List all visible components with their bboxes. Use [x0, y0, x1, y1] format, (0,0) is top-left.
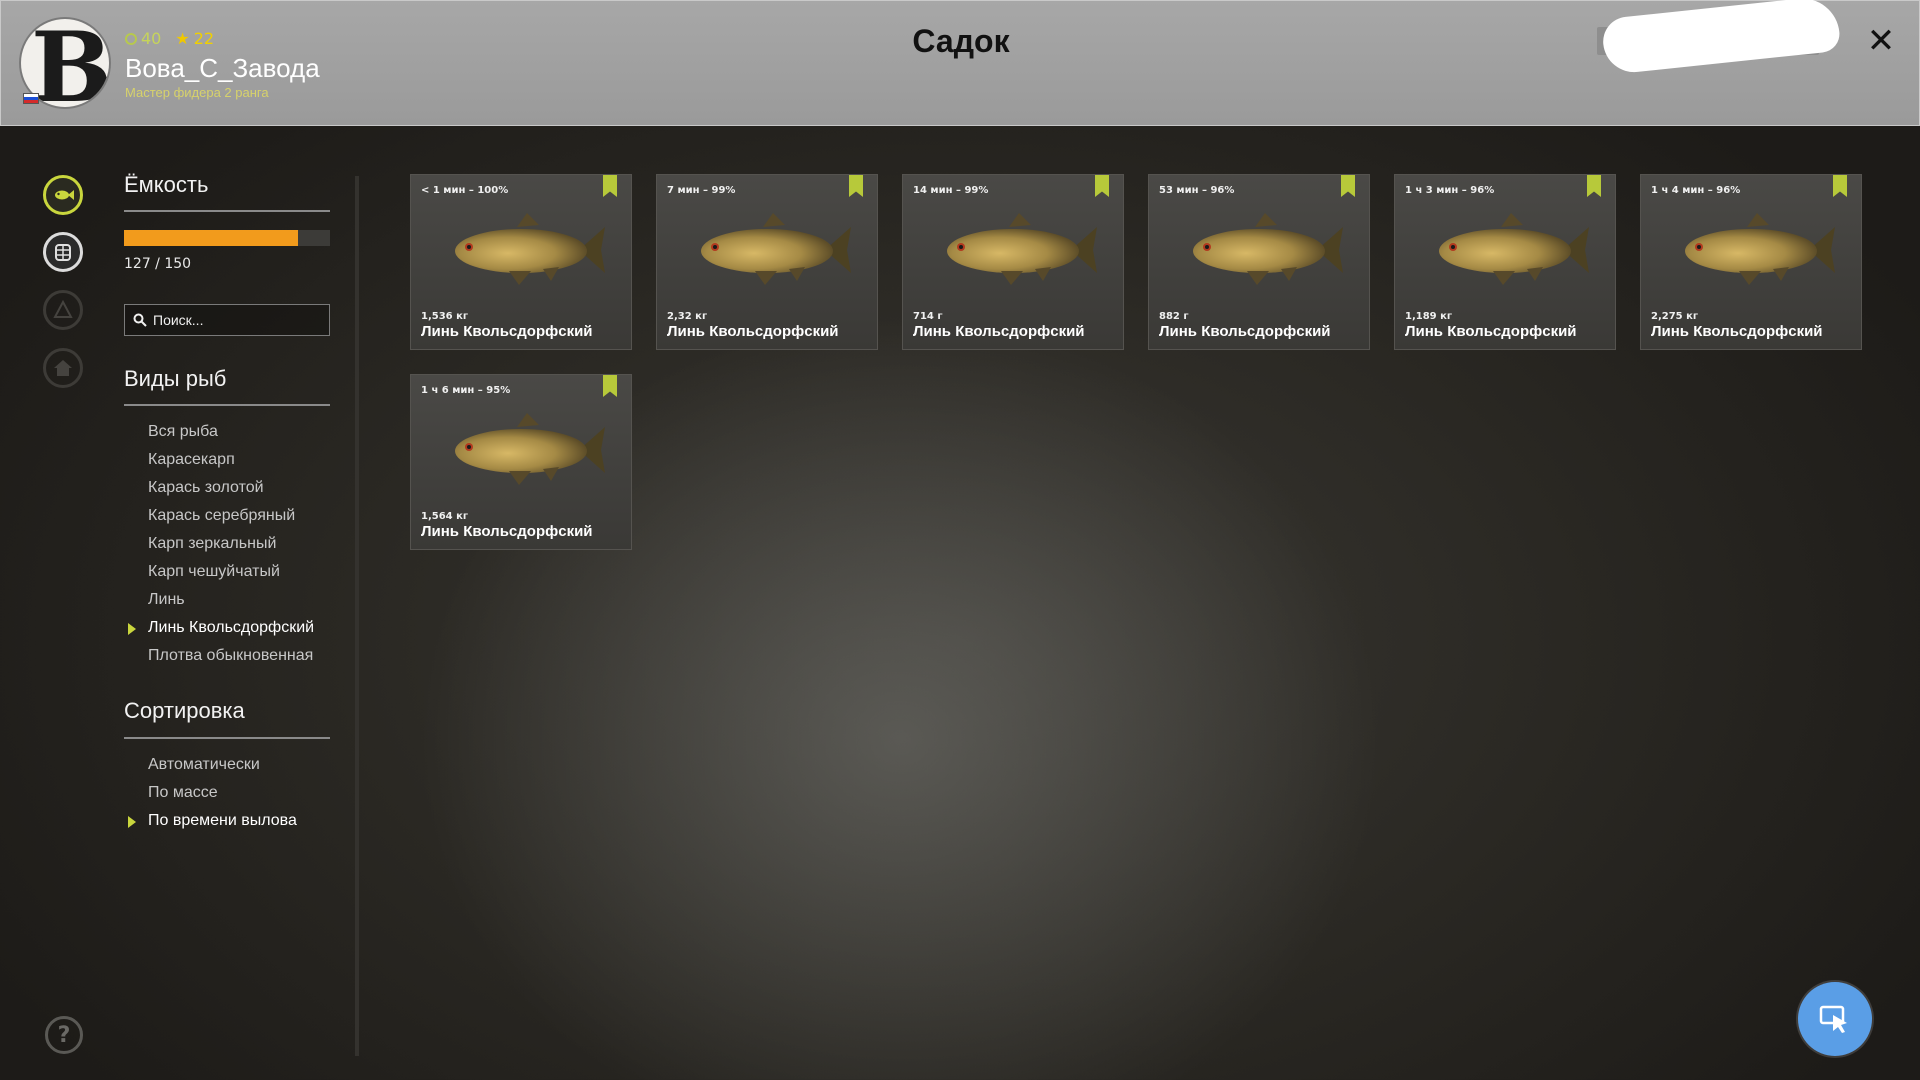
keepnet-tab-icon[interactable]: [43, 232, 83, 272]
fish-catch-info: < 1 мин – 100%: [421, 185, 509, 196]
top-bar: B 40 ★ 22 Вова_С_Завода Мастер фидера 2 …: [0, 0, 1920, 126]
fish-catch-info: 1 ч 6 мин – 95%: [421, 385, 511, 396]
species-item[interactable]: Вся рыба: [148, 418, 314, 446]
fish-catch-info: 53 мин – 96%: [1159, 185, 1235, 196]
sort-option-item[interactable]: Автоматически: [148, 751, 297, 779]
sorting-title: Сортировка: [124, 698, 245, 723]
fish-weight: 882 г: [1159, 311, 1189, 322]
fish-name: Линь Квольсдорфский: [1159, 323, 1331, 340]
bookmark-icon[interactable]: [1341, 175, 1355, 197]
species-divider: [124, 404, 330, 406]
keepnet-icon: [55, 244, 71, 261]
fish-name: Линь Квольсдорфский: [1405, 323, 1577, 340]
player-rank: Мастер фидера 2 ранга: [125, 85, 269, 100]
bookmark-icon[interactable]: [603, 175, 617, 197]
russia-flag-icon: [23, 93, 39, 104]
species-item-label: Плотва обыкновенная: [148, 647, 314, 664]
capacity-bar: [124, 230, 330, 246]
sorting-list: Автоматически По массе По времени вылова: [128, 751, 297, 835]
redaction-scribble: [1600, 0, 1842, 76]
bookmark-icon[interactable]: [1587, 175, 1601, 197]
sort-option-item-label: По времени вылова: [148, 812, 297, 829]
fish-icon: [55, 190, 74, 200]
panel-divider: [355, 176, 359, 1056]
tench-fish-image: [439, 205, 609, 295]
species-list: Вся рыба Карасекарп Карась золотой Карась с…: [128, 418, 315, 670]
species-item-label: Карасекарп: [148, 451, 235, 468]
cursor-icon: [1819, 1005, 1847, 1033]
bookmark-icon[interactable]: [603, 375, 617, 397]
selected-arrow-icon: [128, 816, 136, 828]
bookmark-icon[interactable]: [1095, 175, 1109, 197]
selected-arrow-icon: [128, 623, 136, 635]
fish-name: Линь Квольсдорфский: [421, 523, 593, 540]
fish-weight: 1,536 кг: [421, 311, 469, 322]
sorting-divider: [124, 737, 330, 739]
species-item[interactable]: Линь Квольсдорфский: [128, 614, 315, 642]
fish-card[interactable]: 7 мин – 99% 2,32 кг Линь Квольсдорфский: [656, 174, 878, 350]
capacity-divider: [124, 210, 330, 212]
tench-fish-image: [685, 205, 855, 295]
species-item[interactable]: Карасекарп: [148, 446, 314, 474]
species-item[interactable]: Линь: [148, 586, 314, 614]
fish-weight: 1,564 кг: [421, 511, 469, 522]
home-tab-icon[interactable]: [43, 348, 83, 388]
bookmark-icon[interactable]: [849, 175, 863, 197]
tench-fish-image: [1669, 205, 1839, 295]
capacity-count: 127 / 150: [124, 256, 192, 272]
sort-option-item[interactable]: По массе: [148, 779, 297, 807]
search-field[interactable]: [124, 304, 330, 336]
fish-name: Линь Квольсдорфский: [421, 323, 593, 340]
species-item-label: Карась серебряный: [148, 507, 296, 524]
help-button[interactable]: ?: [45, 1016, 83, 1054]
search-input[interactable]: [153, 312, 313, 328]
fish-card[interactable]: 14 мин – 99% 714 г Линь Квольсдорфский: [902, 174, 1124, 350]
tench-fish-image: [439, 405, 609, 495]
species-item[interactable]: Карась золотой: [148, 474, 314, 502]
search-icon: [133, 313, 147, 327]
species-item[interactable]: Карп зеркальный: [148, 530, 314, 558]
species-item[interactable]: Плотва обыкновенная: [148, 642, 314, 670]
fish-catch-info: 14 мин – 99%: [913, 185, 989, 196]
fish-card[interactable]: 1 ч 6 мин – 95% 1,564 кг Линь Квольсдорф…: [410, 374, 632, 550]
fish-name: Линь Квольсдорфский: [1651, 323, 1823, 340]
sort-option-item-label: Автоматически: [148, 756, 260, 773]
capacity-title: Ёмкость: [124, 172, 209, 197]
species-item-label: Вся рыба: [148, 423, 218, 440]
species-item-label: Карп чешуйчатый: [148, 563, 280, 580]
fish-name: Линь Квольсдорфский: [913, 323, 1085, 340]
fish-catch-info: 7 мин – 99%: [667, 185, 736, 196]
species-item[interactable]: Карп чешуйчатый: [148, 558, 314, 586]
cursor-mode-button[interactable]: [1798, 982, 1872, 1056]
fish-weight: 714 г: [913, 311, 943, 322]
tench-fish-image: [1177, 205, 1347, 295]
sort-option-item-label: По массе: [148, 784, 218, 801]
fish-catch-info: 1 ч 4 мин – 96%: [1651, 185, 1741, 196]
sort-option-item[interactable]: По времени вылова: [128, 807, 297, 835]
fish-catch-info: 1 ч 3 мин – 96%: [1405, 185, 1495, 196]
boat-icon: [53, 299, 73, 318]
species-item-label: Карась золотой: [148, 479, 264, 496]
species-item-label: Карп зеркальный: [148, 535, 277, 552]
species-item[interactable]: Карась серебряный: [148, 502, 314, 530]
fish-weight: 2,275 кг: [1651, 311, 1699, 322]
species-item-label: Линь Квольсдорфский: [148, 619, 315, 636]
species-item-label: Линь: [148, 591, 185, 608]
tench-fish-image: [931, 205, 1101, 295]
home-icon: [54, 360, 72, 376]
fish-card[interactable]: 1 ч 4 мин – 96% 2,275 кг Линь Квольсдорф…: [1640, 174, 1862, 350]
capacity-bar-fill: [124, 230, 299, 246]
fish-weight: 2,32 кг: [667, 311, 708, 322]
fish-card[interactable]: 53 мин – 96% 882 г Линь Квольсдорфский: [1148, 174, 1370, 350]
fish-tab-icon[interactable]: [43, 175, 83, 215]
bookmark-icon[interactable]: [1833, 175, 1847, 197]
tench-fish-image: [1423, 205, 1593, 295]
fish-card[interactable]: 1 ч 3 мин – 96% 1,189 кг Линь Квольсдорф…: [1394, 174, 1616, 350]
species-title: Виды рыб: [124, 366, 227, 391]
fish-weight: 1,189 кг: [1405, 311, 1453, 322]
fish-card[interactable]: < 1 мин – 100% 1,536 кг Линь Квольсдорфс…: [410, 174, 632, 350]
fish-name: Линь Квольсдорфский: [667, 323, 839, 340]
boat-tab-icon[interactable]: [43, 290, 83, 330]
close-button[interactable]: ✕: [1861, 21, 1901, 61]
